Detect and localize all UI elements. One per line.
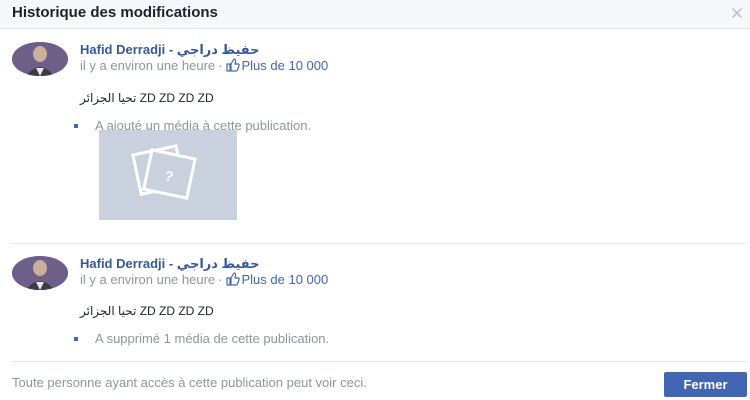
post-timestamp[interactable]: il y a environ une heure: [80, 58, 215, 73]
thumbs-up-icon: [225, 58, 240, 72]
post-meta: il y a environ une heure · Plus de 10 000: [80, 272, 328, 287]
change-description: A supprimé 1 média de cette publication.: [74, 331, 329, 346]
meta-separator: ·: [218, 272, 223, 287]
author-name[interactable]: Hafid Derradji - حفيظ دراجي: [80, 256, 260, 272]
avatar[interactable]: [12, 42, 68, 76]
footer-divider: [12, 361, 746, 362]
post-text: تحيا الجزائر ZD ZD ZD ZD: [80, 91, 214, 105]
avatar[interactable]: [12, 256, 68, 290]
post-timestamp[interactable]: il y a environ une heure: [80, 272, 215, 287]
dialog-title: Historique des modifications: [12, 4, 218, 21]
likes-link[interactable]: Plus de 10 000: [225, 272, 329, 287]
likes-link[interactable]: Plus de 10 000: [225, 58, 329, 73]
post-text: تحيا الجزائر ZD ZD ZD ZD: [80, 304, 214, 318]
bullet: [74, 124, 78, 128]
post-meta: il y a environ une heure · Plus de 10 000: [80, 58, 328, 73]
change-text: A supprimé 1 média de cette publication.: [95, 331, 330, 346]
media-placeholder[interactable]: ?: [99, 130, 237, 220]
photo-placeholder-icon: ?: [99, 130, 237, 220]
author-name[interactable]: Hafid Derradji - حفيظ دراجي: [80, 42, 260, 58]
visibility-note: Toute personne ayant accès à cette publi…: [12, 375, 367, 390]
meta-separator: ·: [218, 58, 223, 73]
close-button[interactable]: Fermer: [664, 372, 747, 397]
entry-divider: [12, 243, 746, 244]
likes-count: Plus de 10 000: [241, 58, 329, 73]
likes-count: Plus de 10 000: [241, 272, 329, 287]
dialog-header: Historique des modifications: [0, 0, 750, 29]
thumbs-up-icon: [225, 272, 240, 286]
bullet: [74, 337, 78, 341]
close-icon[interactable]: [729, 5, 745, 21]
